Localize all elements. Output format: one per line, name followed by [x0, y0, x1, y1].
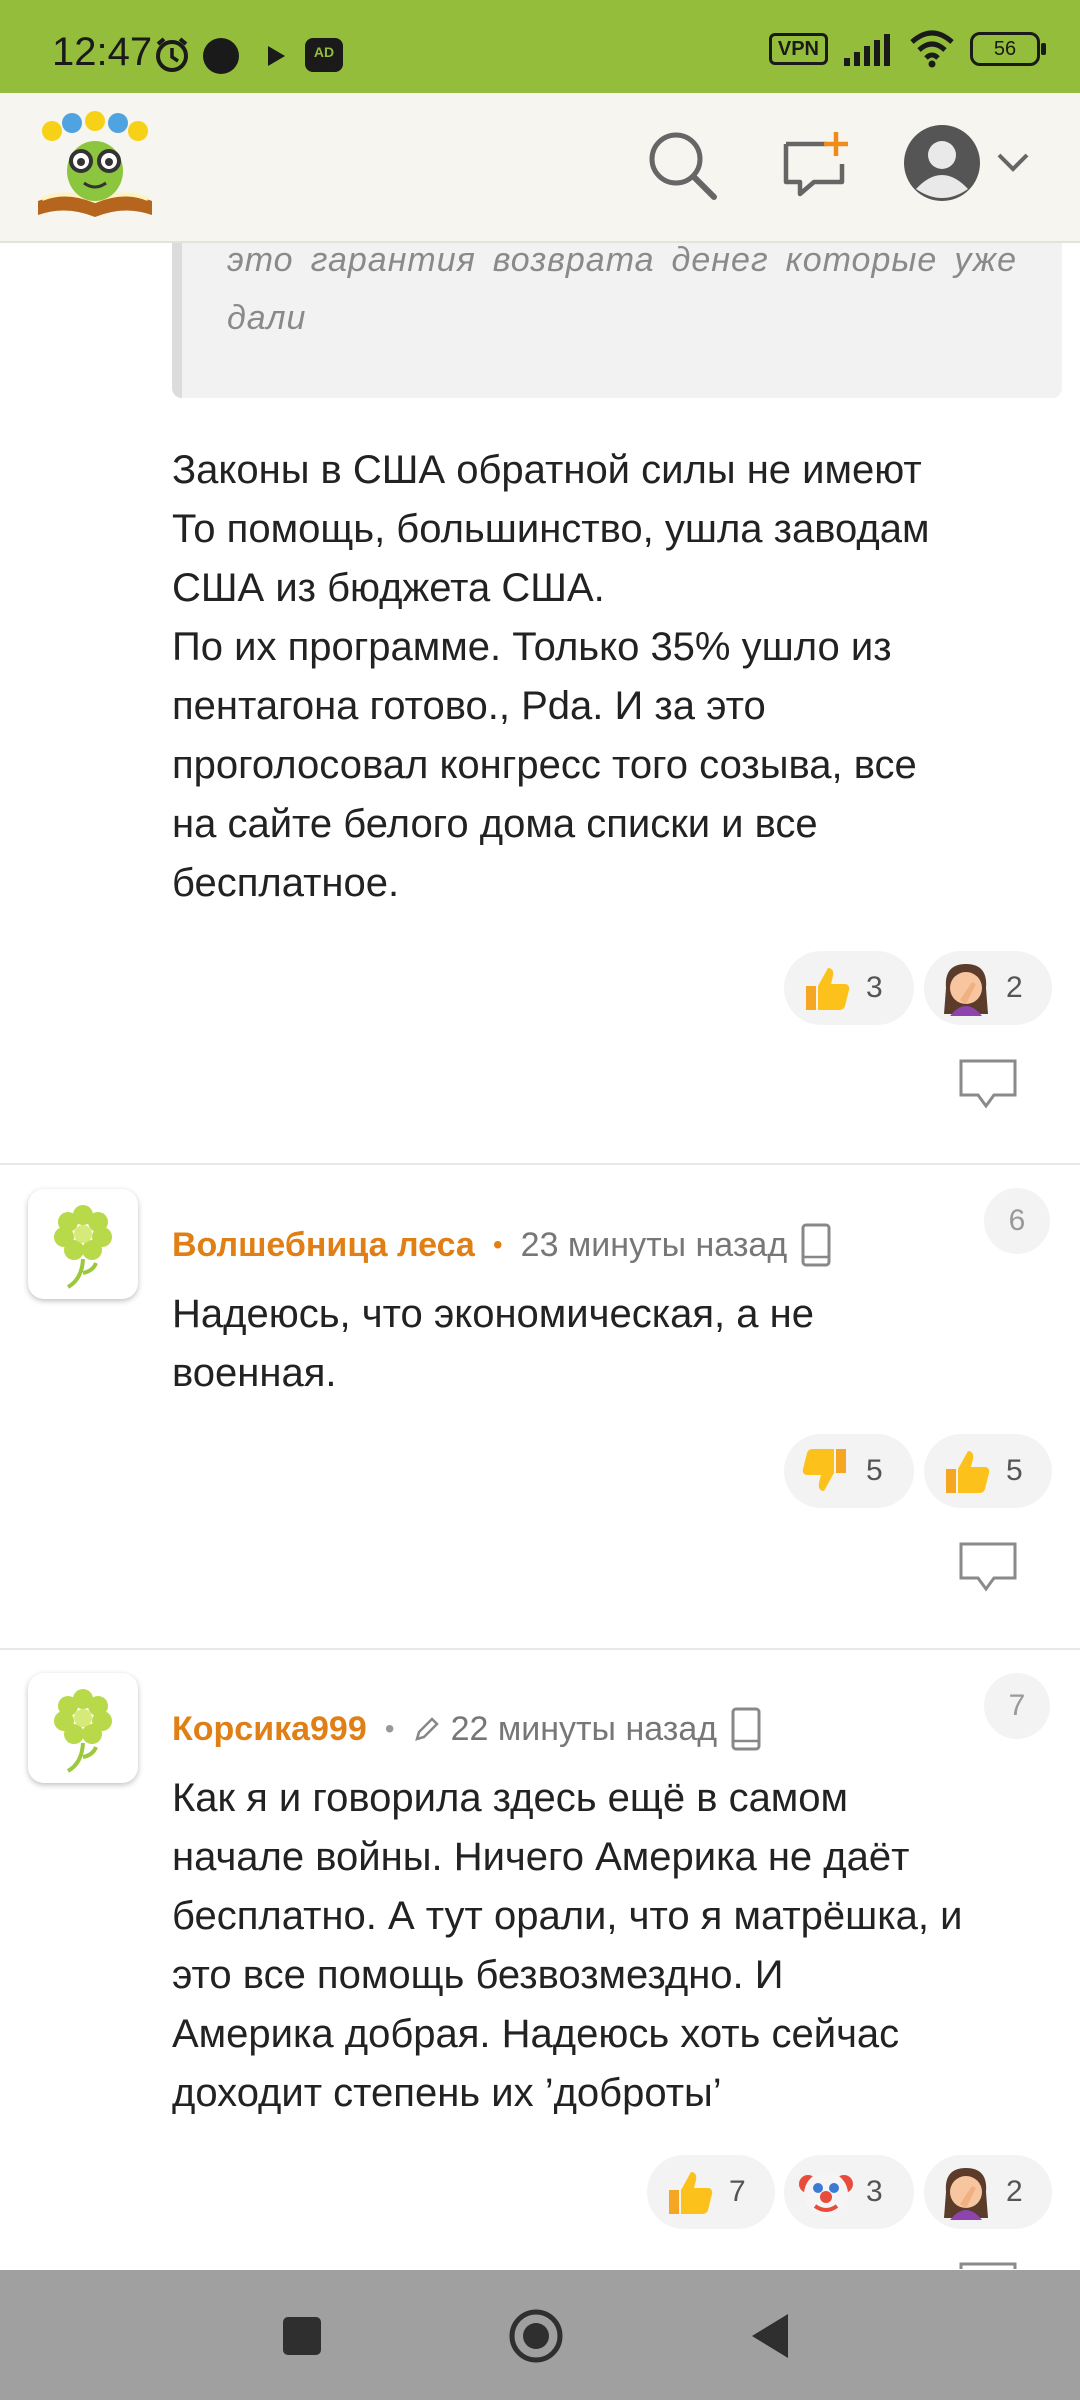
chevron-down-icon[interactable]	[995, 151, 1031, 175]
quote-text: это гарантия возврата денег которые уже …	[227, 243, 1017, 337]
recents-button[interactable]	[282, 2316, 322, 2356]
account-icon[interactable]	[900, 121, 984, 205]
reaction-count: 3	[866, 971, 883, 1004]
reaction-thumbs-up[interactable]: 3	[784, 951, 914, 1025]
comment-meta: Волшебница леса • 23 минуты назад	[172, 1223, 831, 1267]
reply-icon[interactable]	[958, 1541, 1018, 1593]
thumbs-up-icon	[669, 2172, 713, 2214]
reaction-thumbs-down[interactable]: 5	[784, 1434, 914, 1508]
edited-pencil-icon	[414, 1717, 439, 1741]
system-nav-bar	[0, 2270, 1080, 2400]
signal-icon	[844, 34, 890, 66]
back-button[interactable]	[748, 2312, 790, 2360]
facepalm-icon	[944, 2168, 988, 2220]
site-logo[interactable]	[32, 111, 158, 221]
comment-text: Надеюсь, что экономическая, а не военная…	[172, 1292, 814, 1395]
notification-dot-icon	[203, 38, 239, 74]
comment-meta: Корсика999 • 22 минуты назад	[172, 1707, 761, 1751]
mobile-device-icon	[801, 1223, 831, 1267]
thumbs-up-icon	[946, 1451, 990, 1493]
reaction-clown[interactable]: 3	[784, 2155, 914, 2229]
reaction-count: 5	[866, 1454, 883, 1487]
reaction-thumbs-up[interactable]: 5	[924, 1434, 1052, 1508]
status-bar: 12:47 AD VPN 56	[0, 0, 1080, 93]
clown-face-icon	[799, 2172, 853, 2216]
reaction-count: 2	[1006, 971, 1023, 1004]
comment-time: 23 минуты назад	[520, 1225, 788, 1264]
wifi-icon	[910, 30, 954, 68]
reaction-count: 5	[1006, 1454, 1023, 1487]
new-post-icon[interactable]	[778, 128, 852, 202]
ad-block-icon: AD	[305, 38, 343, 72]
thumbs-down-icon	[802, 1449, 846, 1491]
alarm-icon	[156, 37, 188, 72]
app-header	[0, 93, 1080, 243]
thumbs-up-icon	[806, 968, 850, 1010]
comment-text: Как я и говорила здесь ещё в самом начал…	[172, 1776, 963, 2115]
reaction-count: 2	[1006, 2175, 1023, 2208]
comment-number[interactable]: 6	[984, 1188, 1050, 1254]
quote-block: это гарантия возврата денег которые уже …	[172, 243, 1062, 398]
separator-dot: •	[384, 1713, 395, 1744]
status-time: 12:47	[52, 30, 153, 74]
comment-author[interactable]: Корсика999	[172, 1710, 367, 1749]
search-icon[interactable]	[645, 128, 721, 204]
comment-divider	[0, 1648, 1080, 1650]
reply-icon[interactable]	[958, 2261, 1018, 2269]
vpn-badge: VPN	[768, 33, 828, 65]
comment-divider	[0, 1163, 1080, 1165]
avatar[interactable]	[28, 1673, 138, 1783]
home-button[interactable]	[508, 2308, 564, 2364]
separator-dot: •	[492, 1229, 503, 1260]
play-icon	[268, 46, 285, 66]
comment-number[interactable]: 7	[984, 1673, 1050, 1739]
comment-text: Законы в США обратной силы не имеют То п…	[172, 448, 930, 905]
comment-time: 22 минуты назад	[450, 1709, 718, 1748]
comment-author[interactable]: Волшебница леса	[172, 1226, 475, 1265]
mobile-device-icon	[731, 1707, 761, 1751]
comments-feed[interactable]: это гарантия возврата денег которые уже …	[0, 243, 1080, 2269]
reaction-count: 7	[729, 2175, 746, 2208]
reaction-facepalm[interactable]: 2	[924, 951, 1052, 1025]
facepalm-icon	[944, 964, 988, 1016]
battery-indicator: 56	[970, 32, 1046, 66]
avatar[interactable]	[28, 1189, 138, 1299]
reply-icon[interactable]	[958, 1058, 1018, 1110]
status-right: VPN 56	[768, 30, 1046, 68]
reaction-facepalm[interactable]: 2	[924, 2155, 1052, 2229]
reaction-count: 3	[866, 2175, 883, 2208]
reaction-thumbs-up[interactable]: 7	[647, 2155, 775, 2229]
